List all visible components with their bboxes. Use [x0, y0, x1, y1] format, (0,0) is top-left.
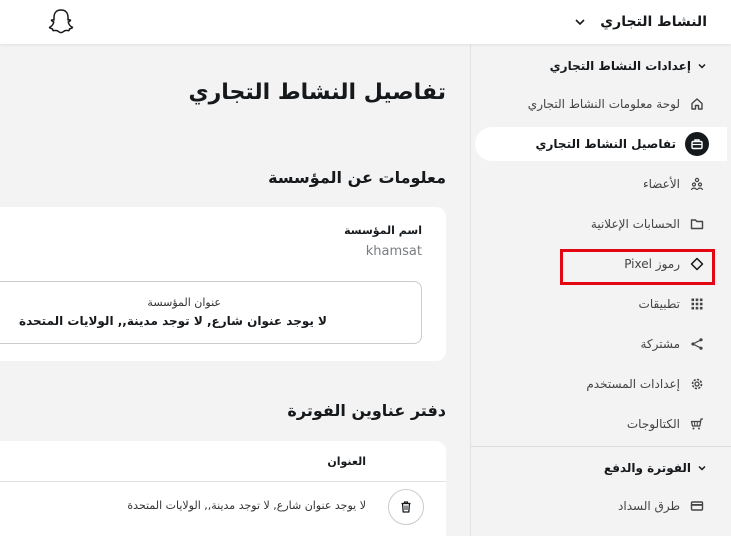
sidebar: إعدادات النشاط التجاري لوحة معلومات النش…	[470, 44, 731, 536]
section-business-settings[interactable]: إعدادات النشاط التجاري	[550, 56, 707, 76]
grid-icon	[689, 296, 705, 312]
sidebar-item-label: طرق السداد	[618, 499, 680, 513]
main-content: تفاصيل النشاط التجاري معلومات عن المؤسسة…	[0, 44, 470, 536]
trash-icon	[401, 501, 411, 513]
home-icon	[689, 96, 705, 112]
sidebar-item-payment-methods[interactable]: طرق السداد	[475, 489, 727, 523]
section-billing-label: الفوترة والدفع	[603, 461, 691, 475]
chevron-down-icon	[698, 63, 706, 69]
billing-section-title: دفتر عناوين الفوترة	[287, 401, 446, 420]
org-address-box[interactable]: عنوان المؤسسة لا يوجد عنوان شارع, لا توج…	[0, 281, 422, 344]
table-header-address: العنوان	[327, 455, 366, 468]
delete-address-button[interactable]	[388, 489, 424, 525]
sidebar-item-label: الحسابات الإعلانية	[590, 217, 680, 231]
org-name-label: اسم المؤسسة	[344, 224, 422, 237]
members-icon	[689, 176, 705, 192]
sidebar-item-label: الأعضاء	[642, 177, 680, 191]
sidebar-item-catalogs[interactable]: الكتالوجات	[475, 407, 727, 441]
business-switcher[interactable]: النشاط التجاري	[574, 10, 707, 34]
section-billing[interactable]: الفوترة والدفع	[604, 458, 707, 478]
sidebar-item-label: الكتالوجات	[626, 417, 680, 431]
org-address-label: عنوان المؤسسة	[147, 296, 221, 309]
page-title: تفاصيل النشاط التجاري	[188, 80, 446, 105]
sidebar-item-label: تفاصيل النشاط التجاري	[535, 137, 676, 151]
table-divider	[0, 481, 446, 482]
sidebar-item-label: لوحة معلومات النشاط التجاري	[527, 97, 680, 111]
share-icon	[689, 336, 705, 352]
snapchat-ghost-icon[interactable]	[48, 8, 74, 36]
sidebar-item-label: تطبيقات	[638, 297, 680, 311]
org-section-title: معلومات عن المؤسسة	[268, 168, 446, 187]
sidebar-item-label: مشتركة	[640, 337, 680, 351]
sidebar-item-members[interactable]: الأعضاء	[475, 167, 727, 201]
section-business-settings-label: إعدادات النشاط التجاري	[549, 59, 691, 73]
sidebar-item-label: إعدادات المستخدم	[586, 377, 680, 391]
sidebar-item-business-details[interactable]: تفاصيل النشاط التجاري	[475, 127, 727, 161]
sidebar-divider	[470, 446, 731, 447]
briefcase-icon	[685, 132, 709, 156]
gear-icon	[689, 376, 705, 392]
cart-icon	[689, 416, 705, 432]
org-name-value: khamsat	[365, 244, 422, 259]
sidebar-item-shared[interactable]: مشتركة	[475, 327, 727, 361]
sidebar-item-user-settings[interactable]: إعدادات المستخدم	[475, 367, 727, 401]
sidebar-item-apps[interactable]: تطبيقات	[475, 287, 727, 321]
top-bar: النشاط التجاري	[0, 0, 731, 44]
chevron-down-icon	[698, 465, 706, 471]
folder-icon	[689, 216, 705, 232]
credit-card-icon	[689, 498, 705, 514]
sidebar-item-dashboard[interactable]: لوحة معلومات النشاط التجاري	[475, 87, 727, 121]
org-address-value: لا يوجد عنوان شارع, لا توجد مدينة,, الول…	[19, 314, 327, 328]
business-name: النشاط التجاري	[600, 14, 707, 30]
table-row: لا يوجد عنوان شارع, لا توجد مدينة,, الول…	[127, 499, 366, 512]
chevron-down-icon	[575, 19, 585, 26]
org-info-card: اسم المؤسسة khamsat عنوان المؤسسة لا يوج…	[0, 207, 446, 361]
billing-address-table: العنوان لا يوجد عنوان شارع, لا توجد مدين…	[0, 441, 446, 536]
highlight-box-pixels	[560, 249, 715, 285]
sidebar-item-ad-accounts[interactable]: الحسابات الإعلانية	[475, 207, 727, 241]
